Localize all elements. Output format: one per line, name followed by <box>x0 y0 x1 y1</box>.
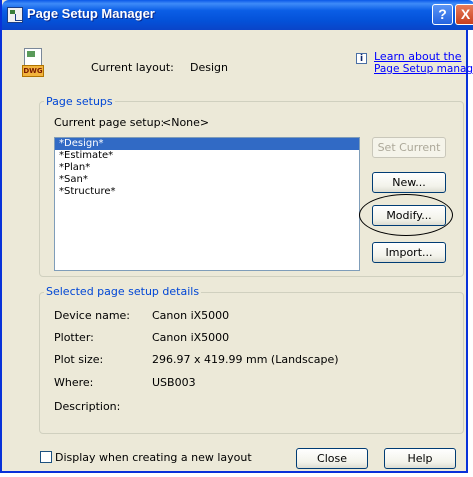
display-on-new-layout-label[interactable]: Display when creating a new layout <box>55 451 252 464</box>
list-item-design[interactable]: *Design* <box>55 138 359 150</box>
current-layout-value: Design <box>190 61 228 74</box>
info-icon: i <box>356 53 367 64</box>
modify-highlight-circle <box>359 194 453 236</box>
help-button[interactable]: Help <box>384 448 456 469</box>
close-button-titlebar[interactable]: X <box>455 4 473 25</box>
details-legend: Selected page setup details <box>44 285 202 298</box>
close-button[interactable]: Close <box>296 448 368 469</box>
plotter-value: Canon iX5000 <box>152 331 230 344</box>
page-setups-legend: Page setups <box>44 95 115 108</box>
window-title: Page Setup Manager <box>27 6 155 21</box>
current-layout-label: Current layout: <box>91 61 174 74</box>
plot-size-label: Plot size: <box>54 353 104 366</box>
list-item-estimate[interactable]: *Estimate* <box>55 150 359 162</box>
list-item-structure[interactable]: *Structure* <box>55 186 359 198</box>
plot-size-value: 296.97 x 419.99 mm (Landscape) <box>152 353 339 366</box>
page-setups-list[interactable]: *Design* *Estimate* *Plan* *San* *Struct… <box>54 137 360 271</box>
current-page-setup-label: Current page setup: <box>54 116 165 129</box>
current-page-setup-value: <None> <box>162 116 210 129</box>
device-name-value: Canon iX5000 <box>152 309 230 322</box>
set-current-button[interactable]: Set Current <box>372 137 446 158</box>
title-bar[interactable]: Page Setup Manager ? X <box>2 0 473 30</box>
description-label: Description: <box>54 400 121 413</box>
dwg-file-icon: DWG <box>22 48 44 80</box>
learn-link-line1[interactable]: Learn about the <box>374 50 462 63</box>
app-icon <box>7 7 23 23</box>
where-label: Where: <box>54 376 94 389</box>
page-setup-manager-window: Page Setup Manager ? X DWG Current layou… <box>0 0 473 473</box>
where-value: USB003 <box>152 376 196 389</box>
learn-link-line2[interactable]: Page Setup manager <box>374 63 473 75</box>
new-button[interactable]: New... <box>372 172 446 193</box>
list-item-san[interactable]: *San* <box>55 174 359 186</box>
plotter-label: Plotter: <box>54 331 94 344</box>
help-button-titlebar[interactable]: ? <box>432 4 453 25</box>
display-on-new-layout-checkbox[interactable] <box>40 451 52 463</box>
device-name-label: Device name: <box>54 309 131 322</box>
list-item-plan[interactable]: *Plan* <box>55 162 359 174</box>
import-button[interactable]: Import... <box>372 242 446 263</box>
